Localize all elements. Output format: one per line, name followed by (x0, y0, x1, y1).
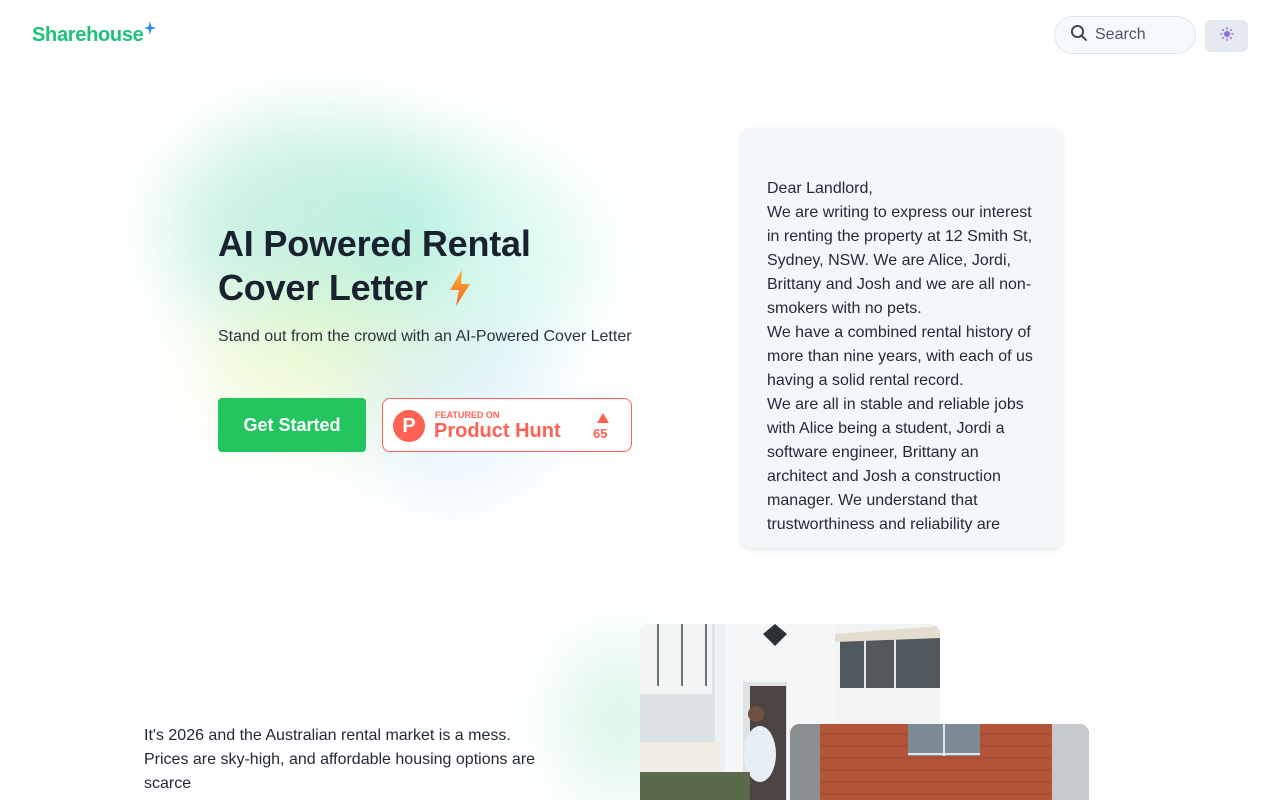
hero-title-line: AI Powered Rental (218, 223, 531, 264)
hero-title-text: Cover Letter (218, 267, 428, 308)
cover-letter-card: Dear Landlord, We are writing to express… (741, 128, 1063, 548)
sun-icon (1219, 26, 1234, 46)
product-hunt-featured-label: FEATURED ON (435, 410, 500, 420)
lightning-bolt-icon (448, 270, 472, 306)
letter-paragraph: Dear Landlord, (767, 180, 873, 197)
search-button[interactable]: Search (1054, 16, 1196, 54)
theme-toggle-button[interactable] (1205, 20, 1248, 52)
product-hunt-vote-count: 65 (593, 426, 608, 441)
search-label: Search (1095, 26, 1146, 43)
product-hunt-logo: P (393, 410, 425, 442)
brick-house-photo (790, 724, 1089, 800)
hero-subtitle: Stand out from the crowd with an AI-Powe… (218, 328, 632, 345)
letter-paragraph: We are all in stable and reliable jobs w… (767, 396, 1024, 533)
product-hunt-badge[interactable]: P FEATURED ON Product Hunt 65 (382, 398, 632, 452)
sparkle-icon (144, 18, 157, 41)
intro-text: It's 2026 and the Australian rental mark… (144, 727, 536, 792)
get-started-button[interactable]: Get Started (218, 398, 366, 452)
letter-paragraph: We have a combined rental history of mor… (767, 324, 1033, 389)
logo[interactable]: Sharehouse (32, 21, 157, 47)
hero-title-line-2: Cover Letter (218, 266, 531, 310)
logo-text: Sharehouse (32, 24, 144, 46)
search-icon (1070, 24, 1088, 47)
hero-title: AI Powered Rental Cover Letter (218, 222, 531, 310)
product-hunt-name: Product Hunt (434, 420, 561, 442)
letter-paragraph: We are writing to express our interest i… (767, 204, 1033, 317)
